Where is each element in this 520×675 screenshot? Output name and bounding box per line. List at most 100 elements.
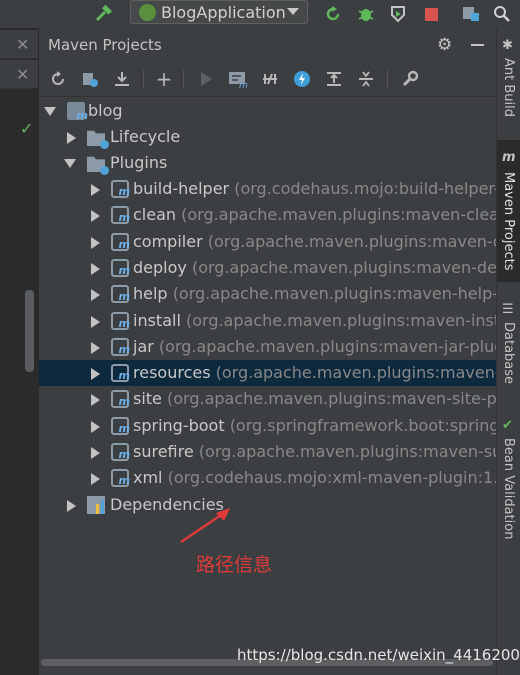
tree-node-plugin[interactable]: m install (org.apache.maven.plugins:maven… — [39, 308, 497, 334]
reimport-icon[interactable] — [47, 68, 69, 90]
side-tab-label: Bean Validation — [501, 438, 516, 540]
minimize-icon[interactable] — [471, 44, 484, 46]
tree-node-root[interactable]: m blog — [39, 98, 497, 124]
expanded-arrow-icon[interactable] — [64, 159, 76, 168]
side-tab-label: Ant Build — [501, 58, 516, 117]
editor-tab[interactable]: ✕ — [0, 60, 38, 89]
gear-icon[interactable]: ⚙ — [437, 35, 452, 55]
tree-node-lifecycle[interactable]: Lifecycle — [39, 124, 497, 150]
maven-plugin-icon: m — [111, 232, 130, 251]
tree-node-plugin[interactable]: m site (org.apache.maven.plugins:maven-si… — [39, 386, 497, 412]
run-configuration-dropdown[interactable]: BlogApplication — [130, 0, 308, 24]
collapsed-arrow-icon[interactable] — [67, 500, 76, 512]
run-config-app-icon — [139, 4, 156, 21]
side-tab-ant-build[interactable]: ✱ Ant Build — [497, 34, 520, 134]
tree-node-plugin[interactable]: m clean (org.apache.maven.plugins:maven-c… — [39, 202, 497, 228]
collapsed-arrow-icon[interactable] — [91, 447, 100, 459]
panel-title: Maven Projects — [48, 36, 162, 54]
dependencies-icon — [87, 496, 105, 514]
tree-node-plugin[interactable]: m surefire (org.apache.maven.plugins:mave… — [39, 439, 497, 465]
plugin-name: clean — [133, 205, 177, 225]
skip-tests-icon[interactable] — [291, 68, 313, 90]
download-icon[interactable] — [111, 68, 133, 90]
plugin-name: surefire — [133, 442, 194, 461]
collapsed-arrow-icon[interactable] — [91, 184, 100, 196]
collapsed-arrow-icon[interactable] — [91, 420, 100, 433]
side-tab-label: Maven Projects — [501, 172, 516, 271]
tree-node-plugin[interactable]: m xml (org.codehaus.mojo:xml-maven-plugin… — [39, 465, 497, 491]
side-tab-bean-validation[interactable]: ✔ Bean Validation — [497, 414, 520, 554]
tree-node-label: Plugins — [110, 153, 168, 172]
tree-node-label: blog — [88, 101, 123, 120]
gear-badge-icon — [100, 140, 109, 149]
coverage-icon[interactable] — [388, 4, 408, 24]
tree-node-plugins[interactable]: Plugins — [39, 150, 497, 176]
add-icon[interactable]: + — [153, 67, 175, 91]
collapsed-arrow-icon[interactable] — [91, 473, 100, 486]
tree-node-plugin[interactable]: m help (org.apache.maven.plugins:maven-he… — [39, 281, 497, 307]
tree-node-plugin[interactable]: m spring-boot (org.springframework.boot:s… — [39, 413, 497, 439]
maven-plugin-icon: m — [111, 258, 130, 277]
plugin-coordinates: (org.springframework.boot:spring-bo — [229, 415, 497, 435]
search-icon[interactable] — [492, 4, 512, 24]
collapsed-arrow-icon[interactable] — [91, 236, 100, 249]
generate-sources-icon[interactable] — [79, 68, 101, 90]
plugin-name: xml — [133, 468, 163, 488]
tree-node-plugin[interactable]: m build-helper (org.codehaus.mojo:build-h… — [39, 176, 497, 202]
close-icon[interactable]: ✕ — [16, 35, 29, 54]
plugin-coordinates: (org.apache.maven.plugins:maven-surefire — [198, 442, 497, 461]
collapsed-arrow-icon[interactable] — [91, 368, 100, 381]
expanded-arrow-icon[interactable] — [44, 107, 56, 116]
editor-area: ✕ ✕ ✓ — [0, 28, 38, 675]
collapsed-arrow-icon[interactable] — [67, 132, 76, 144]
plugin-name: resources — [133, 363, 211, 383]
plugin-label: site (org.apache.maven.plugins:maven-sit… — [133, 389, 497, 408]
collapsed-arrow-icon[interactable] — [91, 262, 100, 275]
watermark: https://blog.csdn.net/weixin_44162000 — [237, 646, 520, 664]
main-toolbar: BlogApplication — [0, 0, 520, 29]
toggle-offline-icon[interactable] — [259, 68, 281, 90]
plugin-label: help (org.apache.maven.plugins:maven-hel… — [133, 284, 497, 303]
collapsed-arrow-icon[interactable] — [91, 341, 100, 354]
hammer-icon[interactable] — [94, 4, 114, 24]
tree-node-plugin[interactable]: m deploy (org.apache.maven.plugins:maven-… — [39, 255, 497, 281]
collapsed-arrow-icon[interactable] — [91, 394, 100, 407]
side-tab-label: Database — [501, 322, 516, 385]
side-tab-maven-projects[interactable]: m Maven Projects — [497, 140, 520, 282]
execute-goal-icon[interactable]: m — [227, 68, 249, 90]
project-structure-icon[interactable] — [461, 4, 481, 24]
tree-node-dependencies[interactable]: Dependencies — [39, 492, 497, 518]
annotation-text: 路径信息 — [196, 554, 273, 576]
collapsed-arrow-icon[interactable] — [91, 289, 100, 302]
plugin-coordinates: (org.apache.maven.plugins:maven-site-plu… — [167, 389, 497, 409]
side-tab-database[interactable]: ☰ Database — [497, 298, 520, 408]
show-dependencies-icon[interactable] — [323, 68, 345, 90]
debug-bug-icon[interactable] — [356, 4, 376, 24]
plugin-label: compiler (org.apache.maven.plugins:maven… — [133, 232, 497, 251]
tree-node-plugin[interactable]: m jar (org.apache.maven.plugins:maven-jar… — [39, 334, 497, 360]
collapsed-arrow-icon[interactable] — [91, 210, 100, 223]
plugin-name: build-helper — [133, 179, 230, 198]
close-icon[interactable]: ✕ — [16, 65, 29, 84]
plugin-label: surefire (org.apache.maven.plugins:maven… — [133, 442, 497, 461]
plugin-label: jar (org.apache.maven.plugins:maven-jar-… — [133, 337, 497, 356]
plugin-coordinates: (org.codehaus.mojo:build-helper-ma — [234, 179, 497, 198]
maven-toolbar: + m — [39, 62, 497, 97]
stop-icon[interactable] — [421, 4, 441, 24]
collapsed-arrow-icon[interactable] — [91, 315, 100, 328]
maven-plugin-icon: m — [111, 285, 130, 304]
maven-plugin-icon: m — [111, 180, 130, 198]
right-tool-window-bar: ✱ Ant Build m Maven Projects ☰ Database … — [496, 28, 520, 675]
editor-scrollbar[interactable] — [25, 290, 34, 372]
plugin-name: spring-boot — [133, 415, 225, 435]
maven-plugin-icon: m — [111, 337, 130, 356]
tree-node-plugin[interactable]: m resources (org.apache.maven.plugins:mav… — [39, 360, 497, 387]
maven-plugin-icon: m — [111, 364, 130, 383]
editor-tab[interactable]: ✕ — [0, 30, 38, 59]
run-icon[interactable] — [195, 68, 217, 90]
tree-node-plugin[interactable]: m compiler (org.apache.maven.plugins:mave… — [39, 229, 497, 255]
gear-badge-icon — [100, 166, 109, 175]
settings-wrench-icon[interactable] — [399, 68, 421, 90]
rerun-icon[interactable] — [323, 4, 343, 24]
collapse-all-icon[interactable] — [355, 68, 377, 90]
